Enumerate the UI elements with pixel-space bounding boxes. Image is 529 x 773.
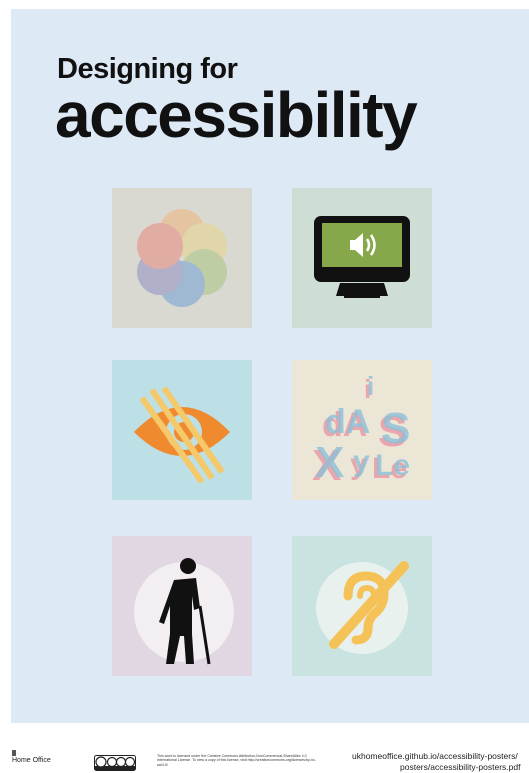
hearing-impaired-icon (316, 561, 409, 654)
tile-monitor (292, 188, 432, 328)
colour-circles-icon (137, 209, 227, 307)
svg-text:y: y (353, 445, 370, 478)
license-text: This work is licensed under the Creative… (157, 754, 316, 767)
url-line-1[interactable]: ukhomeoffice.github.io/accessibility-pos… (352, 751, 529, 762)
svg-text:dA: dA (325, 403, 370, 441)
svg-text:X: X (315, 438, 344, 487)
creative-commons-badge-icon (94, 755, 136, 771)
footer: Home Office This work is licensed under … (0, 723, 529, 773)
svg-text:Le: Le (375, 449, 410, 482)
dyslexia-letters-icon: dA S i X y Le dA S i X y Le (312, 371, 410, 490)
person-with-cane-icon (134, 558, 234, 665)
url-line-2[interactable]: posters/accessibility-posters.pdf (352, 762, 529, 773)
poster-url[interactable]: ukhomeoffice.github.io/accessibility-pos… (352, 751, 529, 773)
home-office-label: Home Office (12, 757, 51, 764)
poster: Designing for accessibility dA S i X y L… (11, 9, 529, 723)
home-office-crest-icon (12, 750, 16, 756)
svg-text:i: i (367, 371, 374, 401)
monitor-speaker-icon (314, 216, 410, 298)
tile-hearing-impaired (292, 536, 432, 676)
crossed-eye-icon (134, 386, 230, 484)
tile-person-cane (112, 536, 252, 676)
title-line-2: accessibility (55, 79, 418, 151)
tile-dyslexia-letters: dA S i X y Le dA S i X y Le (292, 360, 432, 500)
tile-colour-circles (112, 188, 252, 328)
svg-text:S: S (381, 404, 410, 453)
tile-crossed-eye (112, 360, 252, 500)
